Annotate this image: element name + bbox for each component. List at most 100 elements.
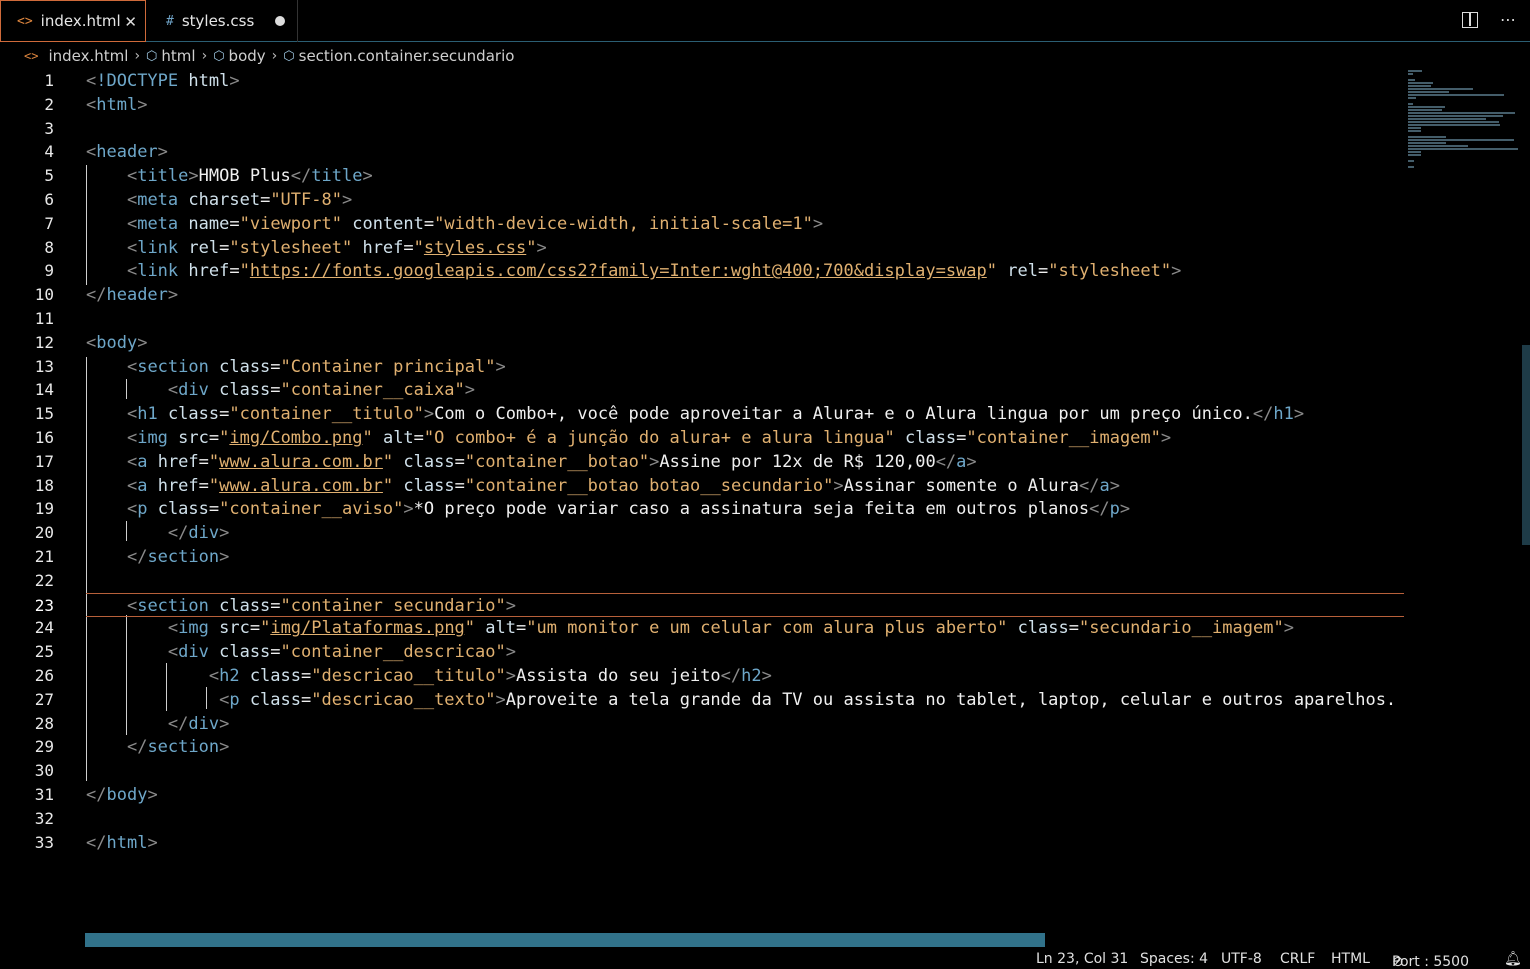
code-token: < bbox=[208, 666, 220, 686]
minimap-line bbox=[1408, 106, 1445, 108]
code-token: < bbox=[126, 261, 138, 282]
code-token: html bbox=[96, 94, 138, 115]
code-token: > bbox=[219, 523, 230, 544]
minimap[interactable] bbox=[1408, 69, 1523, 168]
code-token: </ bbox=[1252, 404, 1274, 425]
minimap-line bbox=[1408, 127, 1421, 129]
code-token: class bbox=[219, 380, 271, 401]
code-line[interactable]: 12 <body> bbox=[0, 331, 1404, 355]
code-token: meta bbox=[137, 213, 179, 234]
code-line[interactable]: 5 <title>HMOB Plus</title> bbox=[0, 164, 1404, 188]
code-line[interactable]: 19 <p class="container__aviso">*O preço … bbox=[0, 497, 1404, 521]
code-line[interactable]: 30 bbox=[0, 759, 1404, 783]
code-line[interactable]: 4 <header> bbox=[0, 140, 1404, 164]
code-token: < bbox=[126, 428, 138, 448]
code-token: link bbox=[137, 237, 179, 258]
code-line[interactable]: 22 bbox=[0, 569, 1404, 593]
code-line[interactable]: 20 </div> bbox=[0, 521, 1404, 545]
code-line[interactable]: 11 bbox=[0, 307, 1404, 331]
horizontal-scrollbar[interactable] bbox=[85, 933, 1045, 947]
code-line[interactable]: 17 <a href="www.alura.com.br" class="con… bbox=[0, 450, 1404, 474]
code-line[interactable]: 29 </section> bbox=[0, 735, 1404, 759]
indentation[interactable]: Spaces: 4 bbox=[1140, 951, 1208, 967]
code-token: class bbox=[904, 428, 957, 448]
encoding[interactable]: UTF-8 bbox=[1221, 951, 1262, 967]
code-line[interactable]: 8 <link rel="stylesheet" href="styles.cs… bbox=[0, 236, 1404, 260]
code-line[interactable]: 10 </header> bbox=[0, 283, 1404, 307]
code-line[interactable]: 32 bbox=[0, 807, 1404, 831]
code-line[interactable]: 13 <section class="Container principal"> bbox=[0, 355, 1404, 379]
bell-icon[interactable]: 🔔︎ bbox=[1504, 951, 1522, 967]
status-bar: Ln 23, Col 31 Spaces: 4 UTF-8 CRLF HTML … bbox=[1036, 951, 1522, 969]
code-line[interactable]: 25 <div class="container__descricao"> bbox=[0, 640, 1404, 664]
split-editor-icon[interactable] bbox=[1462, 12, 1478, 28]
line-number: 28 bbox=[34, 713, 54, 733]
code-editor[interactable]: 1 <!DOCTYPE html> 2 <html> 3 4 <header> 5 <titl… bbox=[0, 69, 1404, 931]
breadcrumb-html[interactable]: ⬡ html bbox=[146, 47, 196, 65]
code-line[interactable]: 2 <html> bbox=[0, 93, 1404, 117]
tab-index-html[interactable]: <> index.html ✕ bbox=[0, 0, 146, 42]
code-line[interactable]: 23 <section class="container secundario"… bbox=[35, 592, 1404, 617]
code-line[interactable]: 18 <a href="www.alura.com.br" class="con… bbox=[0, 474, 1404, 498]
code-line[interactable]: 27 <p class="descricao__texto">Aproveite… bbox=[0, 688, 1404, 712]
code-line[interactable]: 1 <!DOCTYPE html> bbox=[0, 69, 1404, 93]
breadcrumb-section[interactable]: ⬡ section.container.secundario bbox=[283, 47, 514, 65]
code-text: </div> bbox=[86, 712, 229, 736]
code-token: class bbox=[219, 642, 271, 663]
code-line[interactable]: 31 </body> bbox=[0, 783, 1404, 807]
code-token: a bbox=[137, 451, 148, 472]
code-token: "UTF-8" bbox=[270, 190, 342, 210]
line-number: 18 bbox=[34, 475, 54, 495]
unsaved-dot-icon[interactable] bbox=[275, 16, 285, 26]
minimap-line bbox=[1408, 148, 1518, 150]
breadcrumb-file[interactable]: <> index.html bbox=[24, 47, 128, 65]
code-token: div bbox=[188, 523, 220, 544]
code-line[interactable]: 6 <meta charset="UTF-8"> bbox=[0, 188, 1404, 212]
code-token: > bbox=[403, 499, 414, 520]
line-ending[interactable]: CRLF bbox=[1280, 951, 1315, 967]
more-actions-icon[interactable]: ⋯ bbox=[1500, 10, 1516, 29]
language-mode[interactable]: HTML bbox=[1331, 951, 1370, 967]
close-icon[interactable]: ✕ bbox=[124, 13, 137, 31]
code-token: = bbox=[260, 190, 271, 210]
minimap-line bbox=[1408, 118, 1487, 120]
code-line[interactable]: 14 <div class="container__caixa"> bbox=[0, 378, 1404, 402]
code-token: title bbox=[137, 166, 189, 187]
code-token: styles.css bbox=[423, 237, 527, 258]
code-token: section bbox=[147, 547, 220, 567]
cursor-position[interactable]: Ln 23, Col 31 bbox=[1036, 951, 1128, 967]
code-line[interactable]: 26 <h2 class="descricao__titulo">Assista… bbox=[0, 664, 1404, 688]
code-line[interactable]: 7 <meta name="viewport" content="width-d… bbox=[0, 212, 1404, 236]
code-line[interactable]: 21 </section> bbox=[0, 545, 1404, 569]
minimap-line bbox=[1408, 79, 1416, 81]
line-number: 33 bbox=[34, 832, 54, 852]
code-line[interactable]: 9 <link href="https://fonts.googleapis.c… bbox=[0, 259, 1404, 283]
code-token: < bbox=[86, 332, 97, 353]
code-line[interactable]: 15 <h1 class="container__titulo">Com o C… bbox=[0, 402, 1404, 426]
vertical-scrollbar[interactable] bbox=[1522, 345, 1530, 545]
code-text: </body> bbox=[86, 783, 158, 807]
code-token: > bbox=[505, 595, 516, 616]
code-token: href bbox=[188, 261, 230, 282]
breadcrumb-body[interactable]: ⬡ body bbox=[213, 47, 265, 65]
code-token: p bbox=[1109, 499, 1120, 520]
code-token: = bbox=[1068, 618, 1079, 639]
tab-styles-css[interactable]: # styles.css bbox=[146, 0, 298, 42]
code-line[interactable]: 28 </div> bbox=[0, 712, 1404, 736]
code-token: "descricao__texto" bbox=[311, 689, 496, 710]
code-line[interactable]: 33 </html> bbox=[0, 831, 1404, 855]
line-number: 22 bbox=[34, 570, 54, 590]
code-line[interactable]: 16 <img src="img/Combo.png" alt="O combo… bbox=[0, 426, 1404, 450]
code-token: < bbox=[126, 166, 138, 187]
code-line[interactable]: 24 <img src="img/Plataformas.png" alt="u… bbox=[0, 616, 1404, 640]
code-token: > bbox=[137, 332, 148, 353]
code-token: div bbox=[178, 380, 209, 401]
code-line[interactable]: 3 bbox=[0, 117, 1404, 141]
code-text: <img src="img/Plataformas.png" alt="um m… bbox=[86, 616, 1294, 640]
code-token: = bbox=[270, 356, 281, 377]
